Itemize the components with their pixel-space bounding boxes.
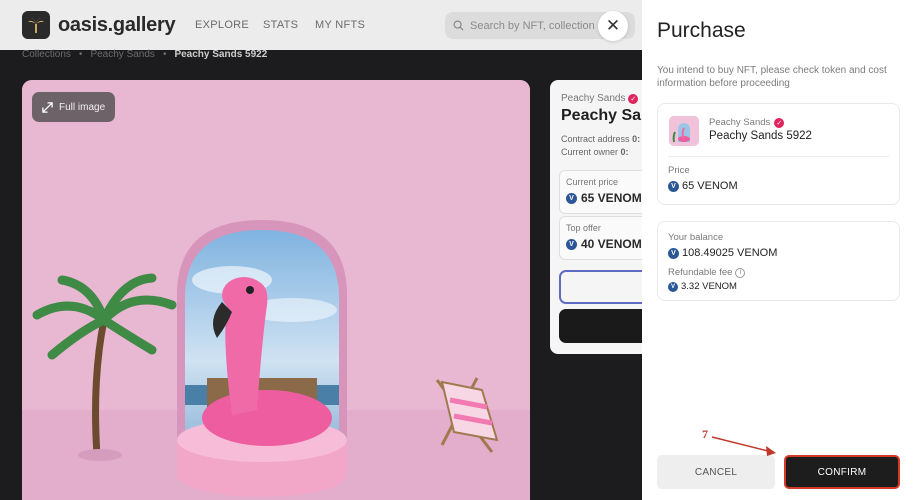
top-navigation-bar: oasis.gallery EXPLORE STATS MY NFTS ✕ [0,0,642,50]
verified-icon: ✓ [774,117,785,128]
breadcrumb-separator: • [78,49,83,60]
current-price-value: 65 VENOM [581,191,642,205]
breadcrumb-collection[interactable]: Peachy Sands [90,49,155,60]
venom-icon: V [668,281,678,292]
contract-address-label: Contract address [561,134,630,144]
current-price-value-row: V 65 VENOM [566,191,642,205]
top-offer-label: Top offer [566,223,601,233]
cancel-button[interactable]: CANCEL [657,455,775,489]
info-title: Peachy Sands 5922 [561,107,642,124]
nav-stats[interactable]: STATS [263,19,298,31]
venom-icon: V [668,180,679,192]
refundable-fee-row: Refundable fee i [668,267,746,278]
purchase-drawer: Purchase You intend to buy NFT, please c… [642,0,914,500]
buy-now-button[interactable] [559,309,642,343]
expand-icon [42,101,53,113]
venom-icon: V [668,247,679,259]
venom-icon: V [566,192,577,204]
current-owner-label: Current owner [561,147,619,157]
full-image-label: Full image [59,101,106,113]
nft-summary-card: Peachy Sands ✓ Peachy Sands 5922 Price V… [657,103,900,205]
logo-text: oasis.gallery [58,13,176,36]
contract-address-value[interactable]: 0: [632,134,640,144]
close-button[interactable]: ✕ [598,11,628,41]
make-offer-button[interactable] [559,270,642,304]
refundable-fee-value-row: V 3.32 VENOM [668,281,737,292]
price-value: 65 VENOM [682,180,738,192]
info-collection-label: Peachy Sands [561,93,626,104]
annotation-step-number: 7 [702,427,708,441]
nav-explore[interactable]: EXPLORE [195,19,249,31]
top-offer-box: Top offer V 40 VENOM [559,216,642,260]
nav-my-nfts[interactable]: MY NFTS [315,19,365,31]
divider [668,156,889,157]
current-price-box: Current price V 65 VENOM [559,170,642,214]
breadcrumb: Collections • Peachy Sands • Peachy Sands 59… [22,49,267,60]
drawer-subtitle: You intend to buy NFT, please check toke… [657,65,887,89]
venom-icon: V [566,238,577,250]
nft-name: Peachy Sands 5922 [709,130,812,142]
close-icon: ✕ [605,16,621,35]
balance-card: Your balance V 108.49025 VENOM Refundabl… [657,221,900,301]
balance-value: 108.49025 VENOM [682,247,778,259]
palm-logo-icon [22,11,50,39]
refundable-fee-value: 3.32 VENOM [681,281,737,292]
contract-address-row: Contract address 0: [561,134,640,144]
price-value-row: V 65 VENOM [668,180,738,192]
balance-value-row: V 108.49025 VENOM [668,247,777,259]
current-owner-row: Current owner 0: [561,147,629,157]
verified-icon: ✓ [628,94,639,104]
balance-label: Your balance [668,232,724,243]
top-offer-value: 40 VENOM [581,237,642,251]
nft-collection[interactable]: Peachy Sands ✓ [709,117,785,128]
breadcrumb-collections[interactable]: Collections [22,49,71,60]
info-collection[interactable]: Peachy Sands ✓ [561,93,639,104]
refundable-fee-label: Refundable fee [668,267,733,278]
nft-thumbnail [669,116,699,146]
nft-info-card: Peachy Sands ✓ Peachy Sands 5922 Contrac… [550,80,642,354]
nft-artwork: Full image [22,80,530,500]
current-owner-value[interactable]: 0: [621,147,629,157]
confirm-button[interactable]: CONFIRM [784,455,900,489]
drawer-title: Purchase [657,19,746,42]
search-icon [453,20,464,31]
nft-artwork-image [22,80,530,500]
top-offer-value-row: V 40 VENOM [566,237,642,251]
background-page: oasis.gallery EXPLORE STATS MY NFTS ✕ Co… [0,0,642,500]
nft-collection-label: Peachy Sands [709,117,771,128]
logo[interactable]: oasis.gallery [22,11,176,39]
breadcrumb-current: Peachy Sands 5922 [174,49,268,60]
current-price-label: Current price [566,177,619,187]
info-icon[interactable]: i [735,267,746,278]
breadcrumb-separator: • [162,49,167,60]
price-label: Price [668,165,690,176]
full-image-button[interactable]: Full image [32,92,116,122]
